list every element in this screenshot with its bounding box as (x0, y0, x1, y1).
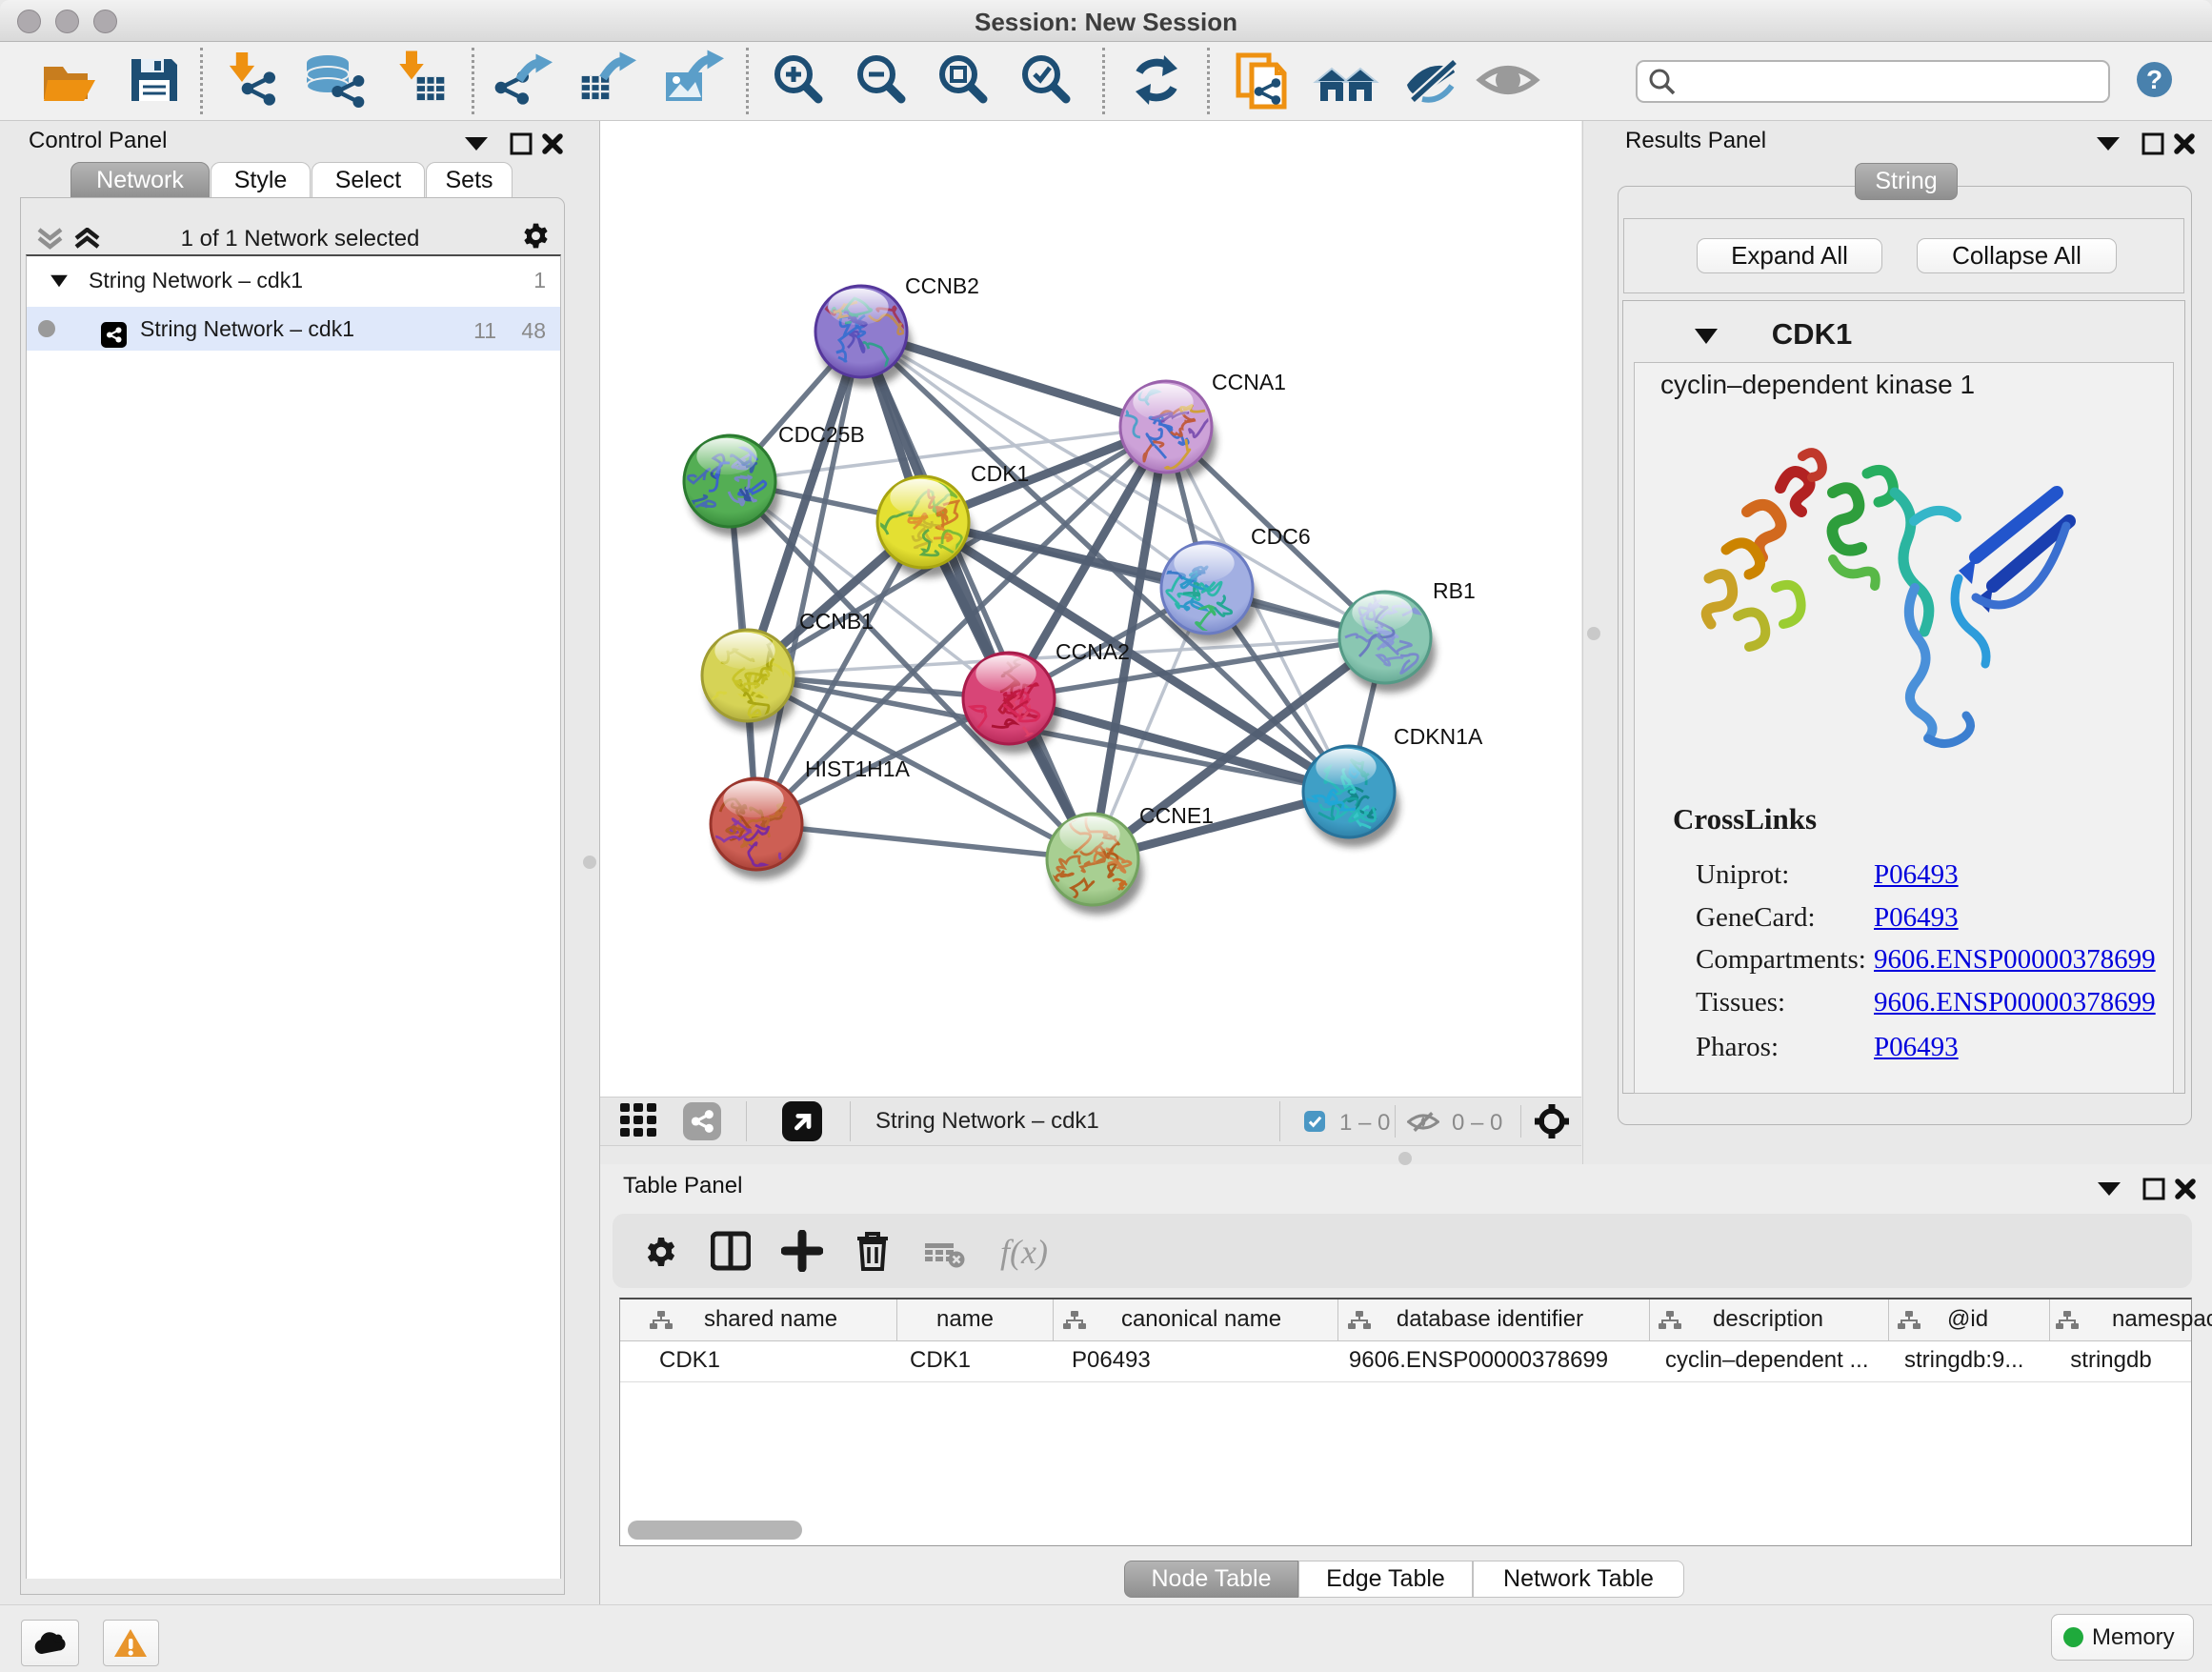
svg-text:CCNA2: CCNA2 (1056, 639, 1130, 664)
svg-text:CDC6: CDC6 (1251, 524, 1311, 549)
svg-text:CCNE1: CCNE1 (1139, 803, 1214, 828)
svg-text:CDKN1A: CDKN1A (1394, 724, 1483, 749)
svg-text:RB1: RB1 (1433, 578, 1476, 603)
svg-text:CCNB1: CCNB1 (799, 609, 874, 634)
svg-text:CCNB2: CCNB2 (905, 273, 979, 298)
svg-text:CCNA1: CCNA1 (1212, 370, 1286, 394)
svg-text:HIST1H1A: HIST1H1A (805, 756, 911, 781)
svg-text:CDC25B: CDC25B (778, 422, 865, 447)
svg-text:CDK1: CDK1 (971, 461, 1029, 486)
